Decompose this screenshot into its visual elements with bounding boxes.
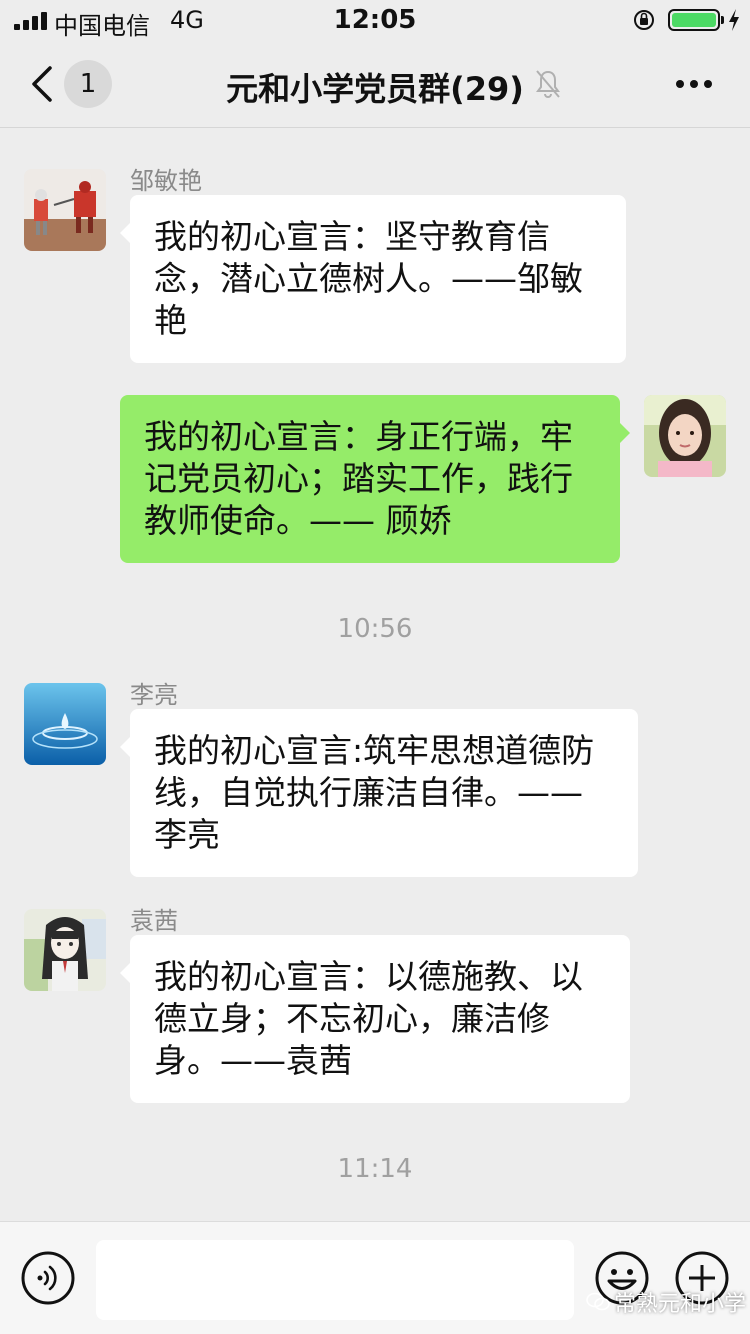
robot-toys-avatar-image bbox=[24, 169, 106, 251]
message-bubble[interactable]: 我的初心宣言：以德施教、以德立身；不忘初心，廉洁修身。——袁茜 bbox=[120, 935, 630, 1103]
message-timestamp: 11:14 bbox=[337, 1154, 413, 1184]
voice-icon[interactable] bbox=[20, 1250, 76, 1306]
status-bar: 中国电信 4G 12:05 bbox=[0, 0, 750, 40]
watermark: 常熟元和小学 bbox=[586, 1286, 746, 1318]
sender-name: 邹敏艳 bbox=[130, 167, 202, 195]
sender-name: 袁茜 bbox=[130, 907, 178, 935]
watermark-text: 常熟元和小学 bbox=[614, 1292, 747, 1317]
rotation-lock-icon bbox=[634, 10, 654, 30]
chat-message-list[interactable]: 邹敏艳 我的初心宣言：坚守教育信念，潜心立德树人。——邹敏艳 我的初心宣言：身正… bbox=[0, 129, 750, 1221]
battery-icon bbox=[668, 9, 720, 31]
more-dots-icon[interactable] bbox=[674, 78, 714, 90]
wechat-logo-icon bbox=[586, 1292, 610, 1311]
message-input[interactable] bbox=[96, 1240, 574, 1320]
water-drop-avatar-image bbox=[24, 683, 106, 765]
battery-tip bbox=[721, 16, 724, 24]
message-bubble[interactable]: 我的初心宣言:筑牢思想道德防线，自觉执行廉洁自律。——李亮 bbox=[120, 709, 638, 877]
anime-girl-avatar-image bbox=[24, 909, 106, 991]
charging-icon bbox=[729, 9, 739, 31]
chat-title: 元和小学党员群(29) bbox=[226, 70, 524, 108]
chat-header: 1 元和小学党员群(29) bbox=[0, 40, 750, 128]
avatar-girl-photo[interactable] bbox=[644, 395, 726, 477]
bell-muted-icon bbox=[536, 70, 560, 98]
girl-photo-avatar-image bbox=[644, 395, 726, 477]
message-timestamp: 10:56 bbox=[337, 614, 413, 644]
sender-name: 李亮 bbox=[130, 681, 178, 709]
message-bubble[interactable]: 我的初心宣言：坚守教育信念，潜心立德树人。——邹敏艳 bbox=[120, 195, 626, 363]
avatar-anime-girl[interactable] bbox=[24, 909, 106, 991]
avatar-robot-toys[interactable] bbox=[24, 169, 106, 251]
message-bubble-self[interactable]: 我的初心宣言：身正行端，牢记党员初心；踏实工作，践行教师使命。—— 顾娇 bbox=[120, 395, 630, 563]
avatar-water-drop[interactable] bbox=[24, 683, 106, 765]
